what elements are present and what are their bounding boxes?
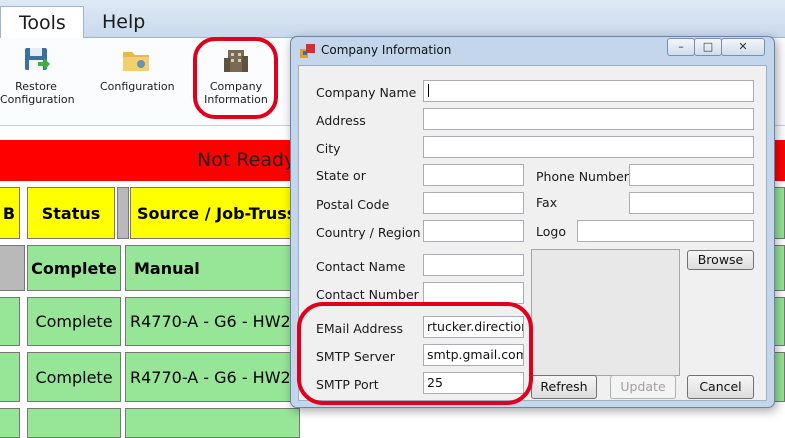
close-icon: ✕ xyxy=(738,40,748,53)
dialog-title-bar[interactable]: Company Information – □ ✕ xyxy=(291,37,774,65)
grid-header-source[interactable]: Source / Job-Truss xyxy=(130,187,300,239)
grid-row-header xyxy=(0,297,20,346)
update-button[interactable]: Update xyxy=(610,375,676,399)
grid-row-header xyxy=(0,245,25,291)
highlight-oval-email-settings xyxy=(297,302,533,405)
company-name-label: Company Name xyxy=(316,85,417,100)
grid-cell-status[interactable]: Complete xyxy=(27,245,121,291)
configuration-label: Configuration xyxy=(100,80,175,93)
country-region-label: Country / Region xyxy=(316,225,421,240)
restore-configuration-button[interactable]: Restore Configuration xyxy=(0,44,75,106)
contact-number-label: Contact Number xyxy=(316,287,419,302)
grid-header-separator xyxy=(117,187,129,239)
state-input[interactable] xyxy=(423,164,524,186)
configuration-button[interactable]: Configuration xyxy=(100,44,175,93)
restore-label-1: Restore xyxy=(15,80,57,93)
logo-path-input[interactable] xyxy=(577,220,754,242)
menu-tab-help[interactable]: Help xyxy=(84,6,163,38)
city-input[interactable] xyxy=(423,136,754,158)
grid-cell-status[interactable]: Complete xyxy=(27,297,121,346)
text-caret xyxy=(428,84,429,97)
state-label: State or xyxy=(316,168,366,183)
highlight-oval-company-button xyxy=(193,37,278,119)
address-input[interactable] xyxy=(423,108,754,130)
grid-cell-status[interactable]: Complete xyxy=(27,352,121,402)
browse-button[interactable]: Browse xyxy=(687,250,754,270)
grid-cell-source[interactable] xyxy=(125,408,300,438)
folder-wrench-icon xyxy=(123,52,149,71)
address-label: Address xyxy=(316,113,366,128)
logo-preview xyxy=(531,249,680,376)
cancel-button[interactable]: Cancel xyxy=(687,375,754,399)
restore-label-2: Configuration xyxy=(0,93,75,106)
refresh-button[interactable]: Refresh xyxy=(531,375,597,399)
city-label: City xyxy=(316,141,341,156)
phone-number-label: Phone Number xyxy=(536,169,629,184)
phone-number-input[interactable] xyxy=(629,164,754,186)
minimize-button[interactable]: – xyxy=(667,38,695,56)
grid-cell-source[interactable]: Manual xyxy=(125,245,300,291)
logo-label: Logo xyxy=(536,224,566,239)
contact-name-input[interactable] xyxy=(423,254,524,276)
fax-label: Fax xyxy=(536,195,558,210)
postal-code-input[interactable] xyxy=(423,192,524,214)
contact-name-label: Contact Name xyxy=(316,259,406,274)
dialog-title: Company Information xyxy=(321,43,452,57)
grid-row-header xyxy=(0,352,20,402)
menu-bar: Tools Help xyxy=(0,0,785,38)
grid-row-header xyxy=(0,408,20,438)
postal-code-label: Postal Code xyxy=(316,197,390,212)
maximize-icon: □ xyxy=(702,40,714,53)
company-name-input[interactable] xyxy=(423,80,754,102)
fax-input[interactable] xyxy=(629,192,754,214)
floppy-disk-icon xyxy=(25,48,50,70)
menu-tab-tools[interactable]: Tools xyxy=(0,6,84,38)
status-text: Not Ready xyxy=(197,149,296,171)
app-icon xyxy=(300,44,315,58)
grid-header-status[interactable]: Status xyxy=(27,187,115,239)
grid-cell-source[interactable]: R4770-A - G6 - HW2 xyxy=(125,352,300,402)
grid-cell-status[interactable] xyxy=(27,408,121,438)
minimize-icon: – xyxy=(678,40,684,53)
country-region-input[interactable] xyxy=(423,220,524,242)
maximize-button[interactable]: □ xyxy=(694,38,722,56)
contact-number-input[interactable] xyxy=(423,282,524,304)
grid-header-b[interactable]: B xyxy=(0,187,20,239)
close-button[interactable]: ✕ xyxy=(721,38,765,56)
grid-cell-source[interactable]: R4770-A - G6 - HW2 xyxy=(125,297,300,346)
